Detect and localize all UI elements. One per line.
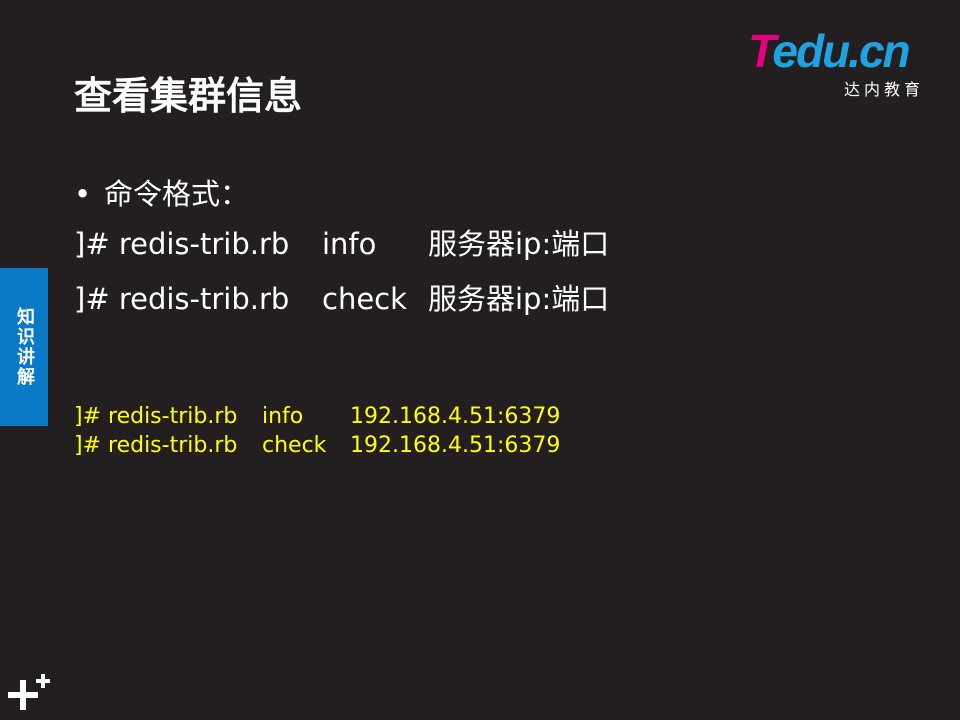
command-line-info: ]# redis-trib.rb info 服务器ip:端口: [74, 222, 609, 266]
side-tab: 知识讲解: [0, 268, 48, 426]
bullet-text: 命令格式：: [104, 177, 250, 211]
command-prefix: ]# redis-trib.rb: [74, 227, 290, 261]
command-target: 服务器ip:端口: [428, 227, 610, 261]
command-action: info: [322, 227, 377, 261]
bullet-marker: •: [74, 177, 92, 211]
example-action: check: [262, 433, 327, 458]
example-line-info: ]# redis-trib.rb info 192.168.4.51:6379: [74, 402, 560, 432]
example-action: info: [262, 404, 304, 429]
command-action: check: [322, 282, 407, 316]
plus-icon: [8, 674, 50, 710]
example-target: 192.168.4.51:6379: [350, 404, 561, 429]
example-prefix: ]# redis-trib.rb: [74, 404, 238, 429]
example-prefix: ]# redis-trib.rb: [74, 433, 238, 458]
command-line-check: ]# redis-trib.rb check 服务器ip:端口: [74, 277, 609, 321]
side-tab-label: 知识讲解: [14, 307, 35, 387]
logo-subtitle: 达内教育: [843, 80, 924, 99]
command-prefix: ]# redis-trib.rb: [74, 282, 290, 316]
logo-wordmark-rest: edu.cn: [772, 25, 910, 77]
example-target: 192.168.4.51:6379: [350, 433, 561, 458]
slide-title: 查看集群信息: [74, 74, 303, 118]
tedu-logo: Tedu.cn 达内教育: [748, 25, 928, 99]
bullet-item: • 命令格式：: [74, 172, 249, 216]
logo-wordmark-t: T: [748, 25, 774, 77]
logo-wordmark: Tedu.cn: [748, 25, 911, 77]
example-line-check: ]# redis-trib.rb check 192.168.4.51:6379: [74, 431, 560, 461]
command-target: 服务器ip:端口: [428, 282, 610, 316]
